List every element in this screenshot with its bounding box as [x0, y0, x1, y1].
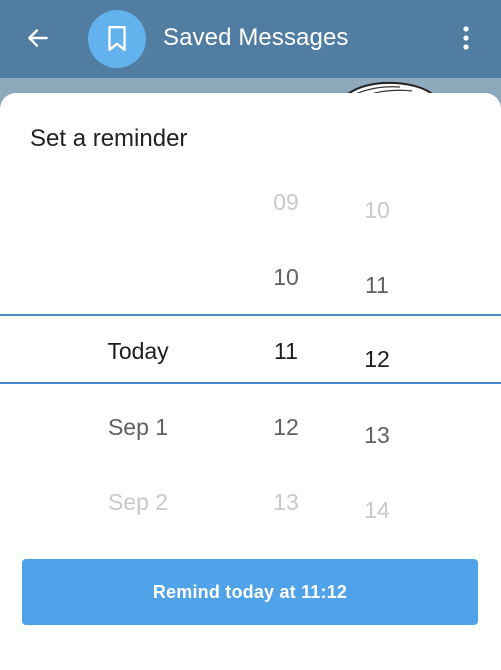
- avatar[interactable]: [88, 10, 146, 68]
- more-menu-button[interactable]: [452, 22, 480, 54]
- chat-title[interactable]: Saved Messages: [163, 22, 349, 54]
- bookmark-icon: [108, 25, 126, 51]
- back-button[interactable]: [22, 22, 54, 54]
- remind-button[interactable]: Remind today at 11:12: [22, 559, 478, 625]
- minute-option[interactable]: 10: [337, 195, 417, 225]
- arrow-left-icon: [28, 29, 48, 47]
- more-vertical-icon: [463, 26, 469, 50]
- minute-option[interactable]: 14: [337, 495, 417, 525]
- minute-option[interactable]: 11: [337, 270, 417, 300]
- reminder-sheet: Set a reminder Today Sep 1 Sep 2 09 10 11 12 1…: [0, 93, 501, 670]
- minute-option[interactable]: 12: [337, 344, 417, 374]
- app-bar: Saved Messages: [0, 0, 501, 78]
- minute-option[interactable]: 13: [337, 420, 417, 450]
